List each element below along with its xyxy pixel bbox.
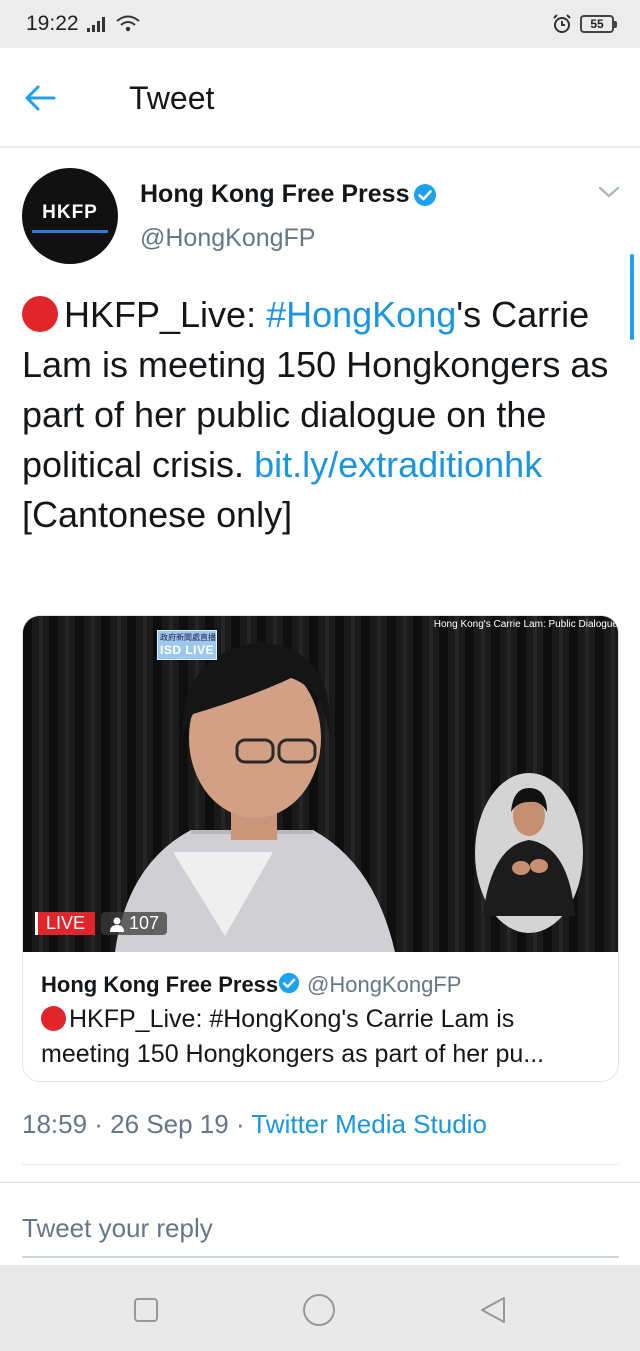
- card-verified-badge-icon: [278, 972, 300, 994]
- tweet-text: HKFP_Live: #HongKong's Carrie Lam is mee…: [22, 290, 622, 540]
- square-icon: [134, 1298, 158, 1322]
- person-icon: [110, 917, 125, 932]
- avatar-logo-text: HKFP: [42, 202, 98, 223]
- back-arrow-icon: [25, 85, 56, 111]
- author-handle[interactable]: @HongKongFP: [140, 224, 315, 253]
- divider: [22, 1164, 619, 1165]
- card-text-content: HKFP_Live: #HongKong's Carrie Lam is mee…: [41, 1005, 545, 1068]
- tweet-timestamp: 18:59 · 26 Sep 19 ·: [22, 1109, 252, 1139]
- video-thumbnail[interactable]: Hong Kong's Carrie Lam: Public Dialogue …: [23, 616, 618, 952]
- circle-icon: [303, 1294, 335, 1326]
- tweet-text-part3: [Cantonese only]: [22, 494, 293, 535]
- live-indicator: LIVE 107: [35, 912, 168, 935]
- avatar-logo-line: [32, 230, 108, 233]
- status-bar: 19:22 55: [0, 0, 640, 48]
- isd-logo-chinese: 政府新聞處直播: [160, 633, 216, 642]
- viewer-count: 107: [101, 912, 168, 935]
- back-nav-button[interactable]: [476, 1293, 510, 1327]
- source-link[interactable]: Twitter Media Studio: [251, 1109, 487, 1139]
- back-button[interactable]: [24, 78, 76, 118]
- signal-icon: [86, 17, 105, 32]
- isd-live-logo: 政府新聞處直播 ISD LIVE: [157, 630, 217, 660]
- scrollbar[interactable]: [630, 254, 634, 340]
- isd-logo-text: ISD LIVE: [160, 643, 215, 657]
- alarm-icon: [553, 14, 571, 33]
- verified-badge-icon: [414, 184, 436, 206]
- viewer-count-value: 107: [129, 913, 160, 933]
- video-scene: [23, 616, 618, 952]
- video-caption: Hong Kong's Carrie Lam: Public Dialogue: [433, 619, 618, 630]
- card-body[interactable]: Hong Kong Free Press @HongKongFP HKFP_Li…: [23, 952, 618, 1081]
- url-link[interactable]: bit.ly/extraditionhk: [254, 444, 542, 485]
- navigation-bar: [0, 1265, 640, 1351]
- live-badge: LIVE: [35, 912, 96, 935]
- quoted-tweet-card[interactable]: Hong Kong's Carrie Lam: Public Dialogue …: [22, 615, 619, 1082]
- status-time: 19:22: [26, 12, 79, 35]
- app-bar: Tweet: [0, 48, 640, 148]
- card-author-name: Hong Kong Free Press: [41, 972, 279, 997]
- card-author-handle: @HongKongFP: [307, 972, 462, 997]
- hashtag-link[interactable]: #HongKong: [266, 294, 456, 335]
- red-circle-emoji-icon: [22, 296, 58, 332]
- battery-level: 55: [590, 17, 604, 31]
- card-text: HKFP_Live: #HongKong's Carrie Lam is mee…: [41, 1002, 606, 1072]
- triangle-back-icon: [481, 1297, 505, 1323]
- reply-input[interactable]: [22, 1200, 619, 1258]
- avatar[interactable]: HKFP: [22, 168, 118, 264]
- chevron-down-icon[interactable]: [597, 184, 621, 200]
- author-name[interactable]: Hong Kong Free Press: [140, 180, 410, 209]
- tweet-text-part1: HKFP_Live:: [64, 294, 267, 335]
- divider: [0, 1182, 640, 1183]
- wifi-icon: [115, 15, 140, 32]
- page-title: Tweet: [129, 80, 215, 116]
- recents-button[interactable]: [129, 1293, 163, 1327]
- battery-icon: 55: [580, 15, 617, 33]
- tweet-meta: 18:59 · 26 Sep 19 · Twitter Media Studio: [22, 1109, 487, 1140]
- card-red-circle-emoji-icon: [41, 1006, 66, 1031]
- home-button[interactable]: [302, 1293, 336, 1327]
